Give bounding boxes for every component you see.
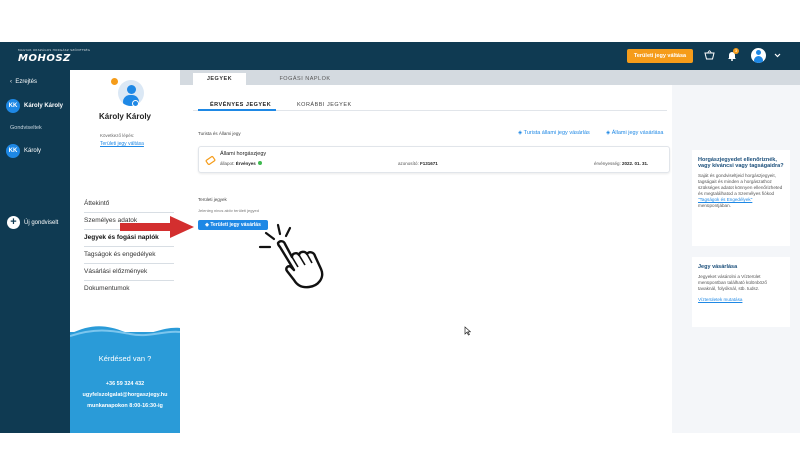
add-dependent-label[interactable]: Új gondviselt	[24, 220, 58, 226]
status-label: állapot:	[220, 161, 235, 166]
ticket-validity: érvényesség: 2022. 01. 31.	[594, 161, 648, 166]
dependent-avatar-initials[interactable]: KK	[6, 144, 20, 158]
mouse-pointer-icon	[464, 326, 471, 336]
screen-frame: MAGYAR ORSZÁGOS HORGÁSZ SZÖVETSÉG MOHOSZ…	[0, 0, 800, 450]
regional-empty-text: Jelenleg nincs aktív területi jegyed	[198, 208, 259, 213]
main-content	[180, 85, 672, 433]
collapse-label: Ezrejtés	[15, 79, 38, 85]
ticket-icon: ◈	[606, 130, 611, 136]
wave-decoration	[70, 326, 180, 342]
subtab-previous-tickets[interactable]: KORÁBBI JEGYEK	[297, 102, 352, 108]
id-value: F131671	[420, 161, 438, 166]
help-email[interactable]: ugyfelszolgalat@horgaszjegy.hu	[70, 392, 180, 398]
status-dot-icon	[257, 161, 262, 165]
ticket-icon: ◈	[205, 222, 209, 228]
menu-item-memberships[interactable]: Tagságok és engedélyek	[84, 247, 174, 264]
subtab-active-underline	[198, 109, 276, 111]
left-navigation: ‹ Ezrejtés KK Károly Károly Gondviseltek…	[0, 70, 70, 433]
info-card-check-end: menüpontjában.	[698, 203, 731, 208]
valid-value: 2022. 01. 31.	[622, 161, 649, 166]
nav-user-name[interactable]: Károly Károly	[24, 103, 63, 109]
info-card-check-body: Saját és gondviseltjeid horgászjegyeit, …	[698, 173, 783, 196]
menu-item-overview[interactable]: Áttekintő	[84, 196, 174, 213]
avatar-edit-icon[interactable]	[132, 100, 139, 107]
show-waters-link[interactable]: Vízterületek mutatása	[698, 297, 742, 302]
next-step-link[interactable]: Területi jegy váltása	[100, 141, 144, 147]
info-card-buy-title: Jegy vásárlása	[698, 264, 738, 270]
avatar-status-icon	[111, 78, 118, 85]
regional-section-label: Területi jegyek	[198, 197, 227, 202]
user-avatar-initials[interactable]: KK	[6, 99, 20, 113]
subtab-valid-tickets[interactable]: ÉRVÉNYES JEGYEK	[210, 102, 271, 108]
valid-label: érvényesség:	[594, 161, 621, 166]
help-question: Kérdésed van ?	[98, 354, 152, 363]
info-card-buy-text: Jegyeket vásárolni a Vízterület menüpont…	[698, 274, 767, 291]
help-hours: munkanapokon 8:00-16:30-ig	[87, 403, 163, 409]
menu-item-purchases[interactable]: Vásárlási előzmények	[84, 264, 174, 281]
tab-catch-logs[interactable]: FOGÁSI NAPLOK	[270, 73, 340, 85]
buy-tourist-ticket-label: Turista állami jegy vásárlás	[523, 130, 590, 136]
app-window: MAGYAR ORSZÁGOS HORGÁSZ SZÖVETSÉG MOHOSZ…	[0, 42, 800, 433]
buy-tourist-ticket-link[interactable]: ◈ Turista állami jegy vásárlás	[518, 130, 590, 136]
next-step-label: Következő lépés:	[100, 133, 135, 138]
dependents-section-label: Gondviseltek	[10, 125, 42, 131]
ticket-title: Állami horgászjegy	[220, 151, 267, 157]
ticket-icon	[205, 155, 216, 168]
info-card-check-text: Saját és gondviseltjeid horgászjegyeit, …	[698, 173, 784, 209]
info-card-check-title: Horgászjegyedet ellenőriznék, vagy kíván…	[698, 157, 784, 169]
tab-tickets[interactable]: JEGYEK	[193, 73, 246, 85]
help-phone[interactable]: +36 59 324 432	[70, 381, 180, 387]
chevron-down-icon[interactable]	[774, 52, 781, 62]
buy-state-ticket-label: Állami jegy vásárlása	[611, 130, 664, 136]
tourist-section-label: Turista és Állami jegy	[198, 131, 241, 136]
red-arrow-annotation	[120, 216, 194, 238]
nav-dependent-name[interactable]: Károly	[24, 148, 41, 154]
buy-regional-ticket-label: Területi jegy vásárlás	[210, 222, 261, 228]
buy-state-ticket-link[interactable]: ◈ Állami jegy vásárlása	[606, 130, 663, 136]
user-avatar[interactable]	[751, 48, 766, 63]
ticket-status: állapot: Érvényes	[220, 161, 262, 166]
ticket-card[interactable]	[198, 146, 670, 173]
memberships-link[interactable]: "Tagságok és Engedélyek"	[698, 197, 752, 202]
logo-tagline: MAGYAR ORSZÁGOS HORGÁSZ SZÖVETSÉG	[18, 48, 91, 52]
profile-avatar	[118, 80, 144, 106]
chevron-left-icon: ‹	[10, 79, 12, 85]
profile-menu: Áttekintő Személyes adatok Jegyek és fog…	[84, 196, 174, 298]
ticket-id: azonosító: F131671	[398, 161, 438, 166]
brand-logo[interactable]: MAGYAR ORSZÁGOS HORGÁSZ SZÖVETSÉG MOHOSZ	[18, 48, 90, 64]
ticket-icon: ◈	[518, 130, 523, 136]
notification-badge: 3	[733, 48, 739, 54]
status-value: Érvényes	[235, 161, 256, 166]
regional-ticket-cta-button[interactable]: Területi jegy váltása	[627, 49, 693, 63]
basket-icon[interactable]	[704, 50, 715, 63]
add-dependent-icon[interactable]: +	[7, 216, 20, 229]
profile-name: Károly Károly	[98, 112, 152, 121]
collapse-nav[interactable]: ‹ Ezrejtés	[10, 79, 37, 85]
top-bar: MAGYAR ORSZÁGOS HORGÁSZ SZÖVETSÉG MOHOSZ…	[0, 42, 800, 70]
menu-item-documents[interactable]: Dokumentumok	[84, 281, 174, 298]
logo-text: MOHOSZ	[18, 53, 71, 64]
profile-sidebar: Károly Károly Következő lépés: Területi …	[70, 70, 180, 433]
pointing-hand-icon	[258, 223, 324, 289]
info-card-buy: Jegy vásárlása Jegyeket vásárolni a Vízt…	[692, 257, 790, 327]
help-box: Kérdésed van ? +36 59 324 432 ugyfelszol…	[70, 326, 180, 433]
info-card-check: Horgászjegyedet ellenőriznék, vagy kíván…	[692, 150, 790, 246]
id-label: azonosító:	[398, 161, 419, 166]
